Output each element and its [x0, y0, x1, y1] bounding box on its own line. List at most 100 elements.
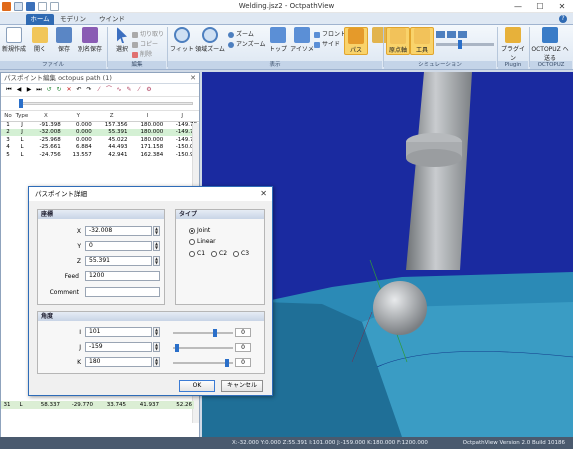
close-button[interactable]: ✕: [551, 0, 573, 13]
next-point-icon[interactable]: ▶: [25, 86, 33, 94]
send-to-octopuz-button[interactable]: OCTOPUZ へ送る: [531, 27, 569, 62]
y-spinner[interactable]: ▲ ▼: [153, 241, 160, 251]
title-bar: Welding.jsz2 - OctpathView — ☐ ✕: [0, 0, 573, 13]
tab-home[interactable]: ホーム: [26, 14, 54, 25]
table-row[interactable]: 3 L -25.968 0.000 45.022 180.000 -149.78: [1, 136, 199, 144]
iso-view-button[interactable]: アイソメ: [290, 27, 314, 53]
cell-z: 157.356: [104, 122, 128, 128]
help-icon[interactable]: ?: [559, 15, 567, 23]
front-view-button[interactable]: フロント: [314, 29, 346, 38]
minimize-button[interactable]: —: [507, 0, 529, 13]
table-row[interactable]: 31 L 58.337 -29.770 33.745 41.937 52.26: [1, 401, 194, 409]
pencil-icon[interactable]: ✎: [125, 86, 133, 94]
tab-window[interactable]: ウインドウ: [96, 14, 128, 34]
j-slider-thumb[interactable]: [175, 344, 179, 352]
col-header-no[interactable]: No: [1, 111, 15, 122]
table-row[interactable]: 1 J -91.398 0.000 157.356 180.000 -149.7…: [1, 121, 199, 129]
type-linear-radio[interactable]: Linear: [189, 238, 216, 245]
cut-button[interactable]: 切り取り: [132, 29, 164, 38]
delete-point-icon[interactable]: ✕: [65, 86, 73, 94]
redo-point-icon[interactable]: ↷: [85, 86, 93, 94]
dialog-close-icon[interactable]: ✕: [260, 187, 267, 201]
z-spinner[interactable]: ▲ ▼: [153, 256, 160, 266]
table-row[interactable]: 5 L -24.756 13.557 42.941 162.384 -150.9…: [1, 151, 199, 159]
side-view-button[interactable]: サイド: [314, 39, 340, 48]
type-c2-radio[interactable]: C2: [211, 250, 227, 257]
comment-field[interactable]: [85, 287, 160, 297]
j-field[interactable]: -159: [85, 342, 152, 352]
copy-button[interactable]: コピー: [132, 39, 158, 48]
plugin-button[interactable]: プラグイン: [500, 27, 526, 62]
table-row-selected[interactable]: 2 J -32.008 0.000 55.391 180.000 -149.78: [1, 128, 199, 136]
i-spinner[interactable]: ▲ ▼: [153, 327, 160, 337]
arc-tool-icon[interactable]: ⌒: [105, 86, 113, 94]
first-point-icon[interactable]: ⏮: [5, 86, 13, 94]
top-view-button[interactable]: トップ: [266, 27, 290, 53]
line-tool-icon[interactable]: ⁄: [95, 86, 103, 94]
type-joint-radio[interactable]: Joint: [189, 227, 210, 234]
feed-field[interactable]: 1200: [85, 271, 160, 281]
maximize-button[interactable]: ☐: [529, 0, 551, 13]
i-slider[interactable]: [173, 332, 233, 334]
z-field[interactable]: 55.391: [85, 256, 152, 266]
col-header-type[interactable]: Type: [15, 111, 29, 122]
simulation-controls: [436, 31, 496, 51]
k-slider[interactable]: [173, 362, 233, 364]
rotate-right-icon[interactable]: ↻: [55, 86, 63, 94]
table-row[interactable]: 4 L -25.661 6.884 44.493 171.158 -150.07: [1, 144, 199, 152]
path-toggle-button[interactable]: パス: [344, 27, 368, 55]
simulation-slider[interactable]: [436, 43, 494, 46]
last-point-icon[interactable]: ⏭: [35, 86, 43, 94]
play-icon[interactable]: [436, 31, 445, 38]
origin-axis-button[interactable]: 原点軸: [386, 27, 410, 55]
undo-point-icon[interactable]: ↶: [75, 86, 83, 94]
col-header-x[interactable]: X: [29, 111, 63, 122]
point-slider-track[interactable]: [19, 102, 193, 105]
simulation-slider-thumb[interactable]: [458, 40, 462, 49]
save-as-button[interactable]: 別名保存: [76, 27, 104, 53]
settings-icon[interactable]: ⚙: [145, 86, 153, 94]
tab-modeling[interactable]: モデリング: [58, 14, 88, 34]
k-spinner[interactable]: ▲ ▼: [153, 357, 160, 367]
cancel-button[interactable]: キャンセル: [221, 380, 263, 392]
simulation-buttons[interactable]: [436, 31, 496, 38]
pause-icon[interactable]: [447, 31, 456, 38]
i-slider-thumb[interactable]: [213, 329, 217, 337]
k-field[interactable]: 180: [85, 357, 152, 367]
col-header-z[interactable]: Z: [93, 111, 130, 122]
dialog-title-bar: パスポイント詳細 ✕: [29, 187, 272, 201]
wand-icon[interactable]: ⁄: [135, 86, 143, 94]
j-spinner[interactable]: ▲ ▼: [153, 342, 160, 352]
area-zoom-button[interactable]: 領域ズーム: [194, 27, 226, 53]
i-field[interactable]: 101: [85, 327, 152, 337]
spline-tool-icon[interactable]: ∿: [115, 86, 123, 94]
col-header-i[interactable]: I: [129, 111, 166, 122]
stop-icon[interactable]: [458, 31, 467, 38]
type-c3-radio[interactable]: C3: [233, 250, 249, 257]
prev-point-icon[interactable]: ◀: [15, 86, 23, 94]
select-button[interactable]: 選択: [110, 27, 134, 53]
rotate-left-icon[interactable]: ↺: [45, 86, 53, 94]
type-c1-radio[interactable]: C1: [189, 250, 205, 257]
point-slider[interactable]: [1, 97, 199, 111]
j-slider[interactable]: [173, 347, 233, 349]
x-field[interactable]: -32.008: [85, 226, 152, 236]
ok-button[interactable]: OK: [179, 380, 215, 392]
delete-button[interactable]: 削除: [132, 49, 152, 58]
col-header-j[interactable]: J: [165, 111, 199, 122]
col-header-y[interactable]: Y: [62, 111, 94, 122]
group-label-file: ファイル: [0, 61, 106, 69]
k-slider-thumb[interactable]: [225, 359, 229, 367]
fit-button[interactable]: フィット: [170, 27, 194, 53]
open-button[interactable]: 開く: [28, 27, 52, 53]
status-coordinates: X:-32.000 Y:0.000 Z:55.391 I:101.000 J:-…: [232, 440, 428, 446]
tool-button[interactable]: 工具: [410, 27, 434, 55]
panel-close-icon[interactable]: ✕: [190, 73, 196, 84]
unzoom-button[interactable]: アンズーム: [228, 39, 265, 48]
new-button[interactable]: 新規作成: [2, 27, 26, 53]
x-spinner[interactable]: ▲ ▼: [153, 226, 160, 236]
point-slider-thumb[interactable]: [19, 99, 23, 108]
y-field[interactable]: 0: [85, 241, 152, 251]
zoom-button[interactable]: ズーム: [228, 29, 254, 38]
save-button[interactable]: 保存: [52, 27, 76, 53]
